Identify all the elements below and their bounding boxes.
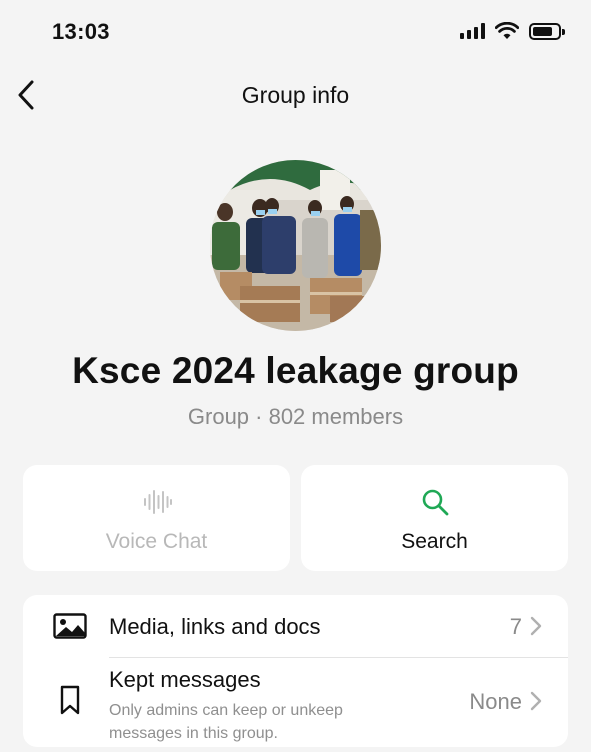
image-icon [53,613,87,644]
cellular-signal-icon [460,23,485,39]
wifi-icon [495,22,519,39]
navigation-bar: Group info [0,64,591,126]
kept-messages-row[interactable]: Kept messages Only admins can keep or un… [23,657,568,747]
group-avatar[interactable] [210,160,381,331]
bookmark-icon [60,685,80,720]
status-bar: 13:03 [0,0,591,64]
search-icon [301,487,568,517]
group-details-list: Media, links and docs 7 Kept messages On… [23,595,568,747]
voice-chat-label: Voice Chat [105,530,208,553]
search-button[interactable]: Search [301,465,568,571]
status-icons [460,22,565,40]
media-links-docs-row[interactable]: Media, links and docs 7 [23,595,568,657]
waveform-icon [23,487,290,517]
group-name: Ksce 2024 leakage group [72,350,519,391]
kept-messages-description: Only admins can keep or unkeep messages … [109,702,343,742]
battery-level [533,26,553,36]
status-time: 13:03 [52,19,110,44]
media-count: 7 [509,614,522,639]
kept-messages-value: None [469,689,522,714]
kept-messages-label: Kept messages [109,667,261,692]
page-title: Group info [241,82,350,108]
group-info-screen: 13:03 Group info Ksce 2024 leakage group… [0,0,591,752]
voice-chat-button[interactable]: Voice Chat [23,465,290,571]
chevron-right-icon [530,616,542,641]
chevron-right-icon [530,691,542,716]
battery-icon [529,22,565,40]
media-links-docs-label: Media, links and docs [109,614,321,639]
search-label: Search [401,530,468,553]
group-members-info: Group · 802 members [187,404,404,429]
